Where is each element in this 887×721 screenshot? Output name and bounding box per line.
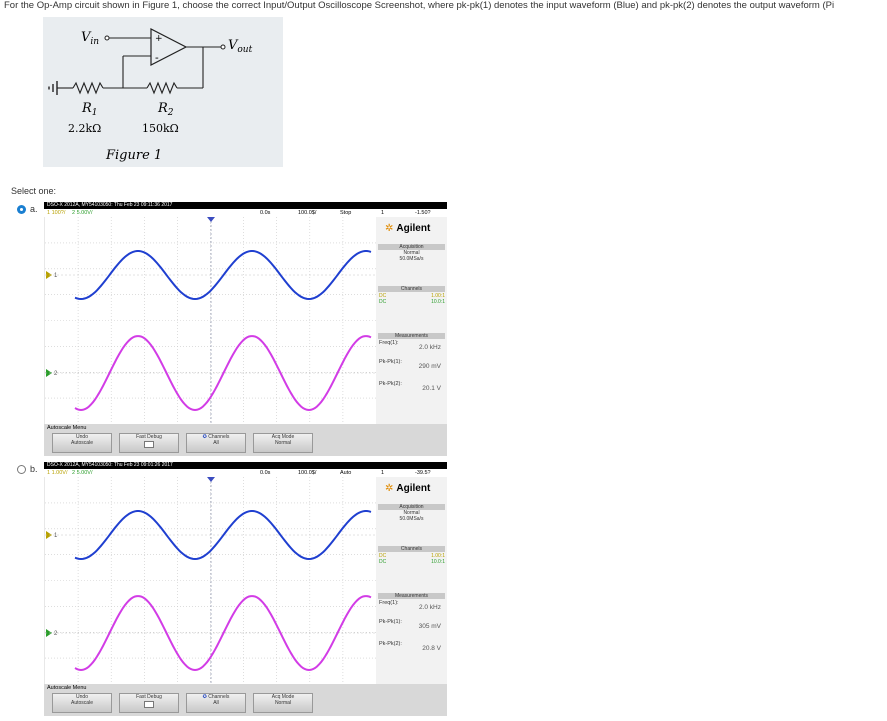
scope-side-panel: ✲ Agilent Acquisition Normal 50.0MSa/s Ch… <box>376 217 447 424</box>
waveform-display: 12 <box>45 217 376 424</box>
undo-autoscale-softkey: Undo Autoscale <box>52 433 112 453</box>
vout-label: Vout <box>228 38 253 55</box>
run-state: Auto <box>340 470 352 476</box>
acquisition-section: Acquisition Normal 50.0MSa/s <box>378 504 445 522</box>
checkbox-icon <box>144 701 154 708</box>
softkey-bar: Autoscale Menu Undo Autoscale Fast Debug … <box>44 684 447 716</box>
freq-measurement: Freq(1): 2.0 kHz <box>379 340 441 351</box>
agilent-logo: ✲ Agilent <box>385 483 431 494</box>
trigger-position-marker <box>207 217 215 222</box>
channels-section: Channels <box>378 546 445 552</box>
waveform-svg: 12 <box>45 217 376 424</box>
time-position: 0.0s <box>260 210 271 216</box>
agilent-star-icon: ✲ <box>385 223 394 234</box>
pk-pk-1-measurement: Pk-Pk(1): 290 mV <box>379 359 441 370</box>
select-one-label: Select one: <box>11 186 57 196</box>
option-b-radio[interactable] <box>17 464 26 474</box>
acq-mode-softkey: Acq Mode Normal <box>253 433 313 453</box>
minus-sign: - <box>155 51 159 64</box>
agilent-logo: ✲ Agilent <box>385 223 431 234</box>
scope-header: DSO-X 2012A, MY54103050: Thu Feb 23 09:1… <box>44 202 447 209</box>
plus-sign: + <box>155 34 163 44</box>
softkey-bar: Autoscale Menu Undo Autoscale Fast Debug … <box>44 424 447 456</box>
undo-autoscale-softkey: Undo Autoscale <box>52 693 112 713</box>
trigger-level: -1.50? <box>415 210 431 216</box>
option-b-letter: b. <box>30 464 38 474</box>
scope-header: DSO-X 2012A, MY54103050: Thu Feb 23 09:0… <box>44 462 447 469</box>
trigger-position-marker <box>207 477 215 482</box>
time-scale: 100.0$/ <box>298 470 317 476</box>
pk-pk-2-measurement: Pk-Pk(2): 20.8 V <box>379 641 441 652</box>
option-a-radio[interactable] <box>17 204 26 214</box>
measurements-section: Measurements <box>378 593 445 599</box>
ch1-marker-label: 1 <box>54 273 58 279</box>
circuit-figure: + - Vin Vout R1 R2 2.2kΩ 150kΩ Figure 1 <box>43 17 283 167</box>
run-state: Stop <box>340 210 352 216</box>
channels-softkey: ✪ Channels All <box>186 693 246 713</box>
option-a[interactable]: a. <box>17 204 38 214</box>
op-amp-circuit-diagram: + - Vin Vout R1 R2 2.2kΩ 150kΩ Figure 1 <box>48 28 253 163</box>
option-a-letter: a. <box>30 204 38 214</box>
trigger-source: 1 <box>381 210 385 216</box>
rotate-knob-icon: ✪ <box>202 694 207 700</box>
figure-caption: Figure 1 <box>105 148 162 163</box>
waveform-svg: 12 <box>45 477 376 684</box>
rotate-knob-icon: ✪ <box>202 434 207 440</box>
r1-label: R1 <box>81 101 98 118</box>
trigger-level: -39.5? <box>415 470 431 476</box>
pk-pk-2-measurement: Pk-Pk(2): 20.1 V <box>379 381 441 392</box>
acquisition-section: Acquisition Normal 50.0MSa/s <box>378 244 445 262</box>
ch1-scale: 1 1.00V/ <box>47 470 68 476</box>
oscilloscope-screenshot-b: DSO-X 2012A, MY54103050: Thu Feb 23 09:0… <box>44 462 447 716</box>
r1-value: 2.2kΩ <box>68 122 101 135</box>
fast-debug-softkey: Fast Debug <box>119 693 179 713</box>
waveform-display: 12 <box>45 477 376 684</box>
ch1-marker-label: 1 <box>54 533 58 539</box>
scope-side-panel: ✲ Agilent Acquisition Normal 50.0MSa/s Ch… <box>376 477 447 684</box>
scope-infobar: 1 100?/ 2 5.00V/ 0.0s 100.0$/ Stop 1 -1.… <box>44 209 447 217</box>
agilent-star-icon: ✲ <box>385 483 394 494</box>
r2-label: R2 <box>157 101 174 118</box>
autoscale-menu-title: Autoscale Menu <box>47 425 87 431</box>
option-b[interactable]: b. <box>17 464 38 474</box>
fast-debug-softkey: Fast Debug <box>119 433 179 453</box>
oscilloscope-screenshot-a: DSO-X 2012A, MY54103050: Thu Feb 23 09:1… <box>44 202 447 456</box>
ch2-marker-label: 2 <box>54 631 58 637</box>
channels-section: Channels <box>378 286 445 292</box>
acq-mode-softkey: Acq Mode Normal <box>253 693 313 713</box>
ch2-marker-label: 2 <box>54 371 58 377</box>
freq-measurement: Freq(1): 2.0 kHz <box>379 600 441 611</box>
channels-softkey: ✪ Channels All <box>186 433 246 453</box>
ch1-scale: 1 100?/ <box>47 210 66 216</box>
ch2-scale: 2 5.00V/ <box>72 210 93 216</box>
checkbox-icon <box>144 441 154 448</box>
pk-pk-1-measurement: Pk-Pk(1): 305 mV <box>379 619 441 630</box>
vin-label: Vin <box>81 30 99 47</box>
measurements-section: Measurements <box>378 333 445 339</box>
autoscale-menu-title: Autoscale Menu <box>47 685 87 691</box>
scope-infobar: 1 1.00V/ 2 5.00V/ 0.0s 100.0$/ Auto 1 -3… <box>44 469 447 477</box>
ch2-scale: 2 5.00V/ <box>72 470 93 476</box>
time-scale: 100.0$/ <box>298 210 317 216</box>
trigger-source: 1 <box>381 470 385 476</box>
time-position: 0.0s <box>260 470 271 476</box>
r2-value: 150kΩ <box>142 122 179 135</box>
question-text: For the Op-Amp circuit shown in Figure 1… <box>4 0 835 11</box>
